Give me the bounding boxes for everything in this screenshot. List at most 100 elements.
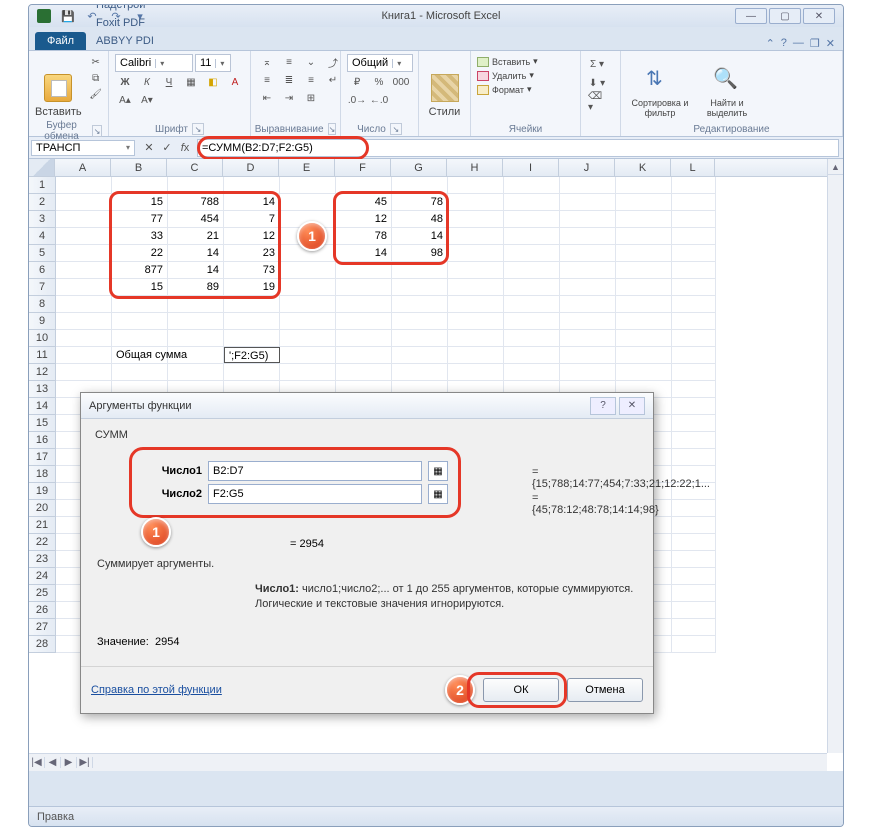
cell[interactable] [56,194,112,210]
align-middle-icon[interactable]: ≡ [279,54,299,70]
cell[interactable]: 877 [112,262,168,278]
cell[interactable]: 23 [224,245,280,261]
cell[interactable]: 14 [168,262,224,278]
align-top-icon[interactable]: ⌅ [257,54,277,70]
cell[interactable] [560,228,616,244]
cell[interactable] [672,262,716,278]
font-size-combo[interactable]: 11▾ [195,54,231,72]
italic-icon[interactable]: К [137,74,157,90]
save-icon[interactable]: 💾 [61,9,75,23]
sort-filter-button[interactable]: ⇅ Сортировка и фильтр [627,54,693,118]
cell[interactable] [280,347,336,363]
cell[interactable] [560,313,616,329]
cell[interactable] [504,279,560,295]
cell[interactable] [504,245,560,261]
column-header[interactable]: G [391,159,447,176]
orientation-icon[interactable]: ⤴ [323,54,343,70]
cancel-edit-icon[interactable]: ✕ [141,141,157,154]
clear-icon[interactable]: ⌫ ▾ [587,94,607,110]
cell[interactable] [392,279,448,295]
border-icon[interactable]: ▦ [181,74,201,90]
column-header[interactable]: F [335,159,391,176]
cell[interactable] [392,262,448,278]
cell[interactable] [504,228,560,244]
decrease-indent-icon[interactable]: ⇤ [257,90,277,106]
cell[interactable] [616,245,672,261]
increase-decimal-icon[interactable]: .0→ [347,92,367,108]
cell[interactable] [560,330,616,346]
fill-color-icon[interactable]: ◧ [203,74,223,90]
cell[interactable] [672,347,716,363]
cell[interactable] [336,330,392,346]
arg2-range-picker-icon[interactable]: ▦ [428,484,448,504]
cell[interactable] [616,347,672,363]
cell[interactable] [560,364,616,380]
cell[interactable] [672,313,716,329]
decrease-decimal-icon[interactable]: ←.0 [369,92,389,108]
cut-icon[interactable]: ✂ [86,54,106,70]
cell[interactable] [56,262,112,278]
cell[interactable] [616,330,672,346]
row-header[interactable]: 21 [29,517,55,534]
cell[interactable] [392,347,448,363]
cell[interactable] [224,177,280,193]
cell[interactable] [616,211,672,227]
cell[interactable] [672,568,716,584]
row-header[interactable]: 11 [29,347,55,364]
cell[interactable] [56,313,112,329]
cell[interactable] [56,347,112,363]
cell[interactable]: 98 [392,245,448,261]
row-header[interactable]: 10 [29,330,55,347]
row-header[interactable]: 14 [29,398,55,415]
cell[interactable] [112,177,168,193]
cell[interactable] [392,296,448,312]
cell[interactable] [280,262,336,278]
cell[interactable] [672,534,716,550]
cell[interactable] [168,347,224,363]
sheet-nav-prev-icon[interactable]: ◀ [45,757,61,768]
cell[interactable] [560,296,616,312]
alignment-launcher-icon[interactable]: ↘ [328,123,337,135]
cell[interactable] [616,262,672,278]
format-painter-icon[interactable]: 🖌 [86,86,106,102]
cell[interactable] [448,228,504,244]
cell[interactable]: 15 [112,279,168,295]
cell[interactable] [336,262,392,278]
font-name-combo[interactable]: Calibri▾ [115,54,193,72]
cell[interactable]: 21 [168,228,224,244]
cell[interactable]: 33 [112,228,168,244]
autosum-icon[interactable]: Σ ▾ [587,56,607,72]
cell[interactable] [280,296,336,312]
tab-abbyy pdi[interactable]: ABBYY PDI [88,32,162,50]
cell[interactable] [672,228,716,244]
cell[interactable]: Общая сумма [112,347,168,363]
row-header[interactable]: 3 [29,211,55,228]
cell[interactable] [392,313,448,329]
cell[interactable] [168,177,224,193]
enter-edit-icon[interactable]: ✓ [159,141,175,154]
row-header[interactable]: 26 [29,602,55,619]
row-header[interactable]: 7 [29,279,55,296]
cell[interactable] [280,177,336,193]
column-header[interactable]: B [111,159,167,176]
cell[interactable] [672,551,716,567]
cell[interactable] [392,364,448,380]
row-headers[interactable]: 1234567891011121314151617181920212223242… [29,177,56,653]
cell[interactable] [280,279,336,295]
arg1-input[interactable] [208,461,422,481]
sheet-nav-last-icon[interactable]: ▶| [77,757,93,768]
row-header[interactable]: 25 [29,585,55,602]
tab-foxit pdf[interactable]: Foxit PDF [88,14,162,32]
minimize-button[interactable]: — [735,8,767,24]
cell[interactable]: 15 [112,194,168,210]
cell[interactable] [168,330,224,346]
row-header[interactable]: 8 [29,296,55,313]
cell[interactable] [112,296,168,312]
column-headers[interactable]: ABCDEFGHIJKL [29,159,843,177]
column-header[interactable]: I [503,159,559,176]
cell[interactable]: 14 [392,228,448,244]
column-header[interactable]: H [447,159,503,176]
align-bottom-icon[interactable]: ⌄ [301,54,321,70]
cell[interactable] [504,177,560,193]
cell[interactable] [112,313,168,329]
